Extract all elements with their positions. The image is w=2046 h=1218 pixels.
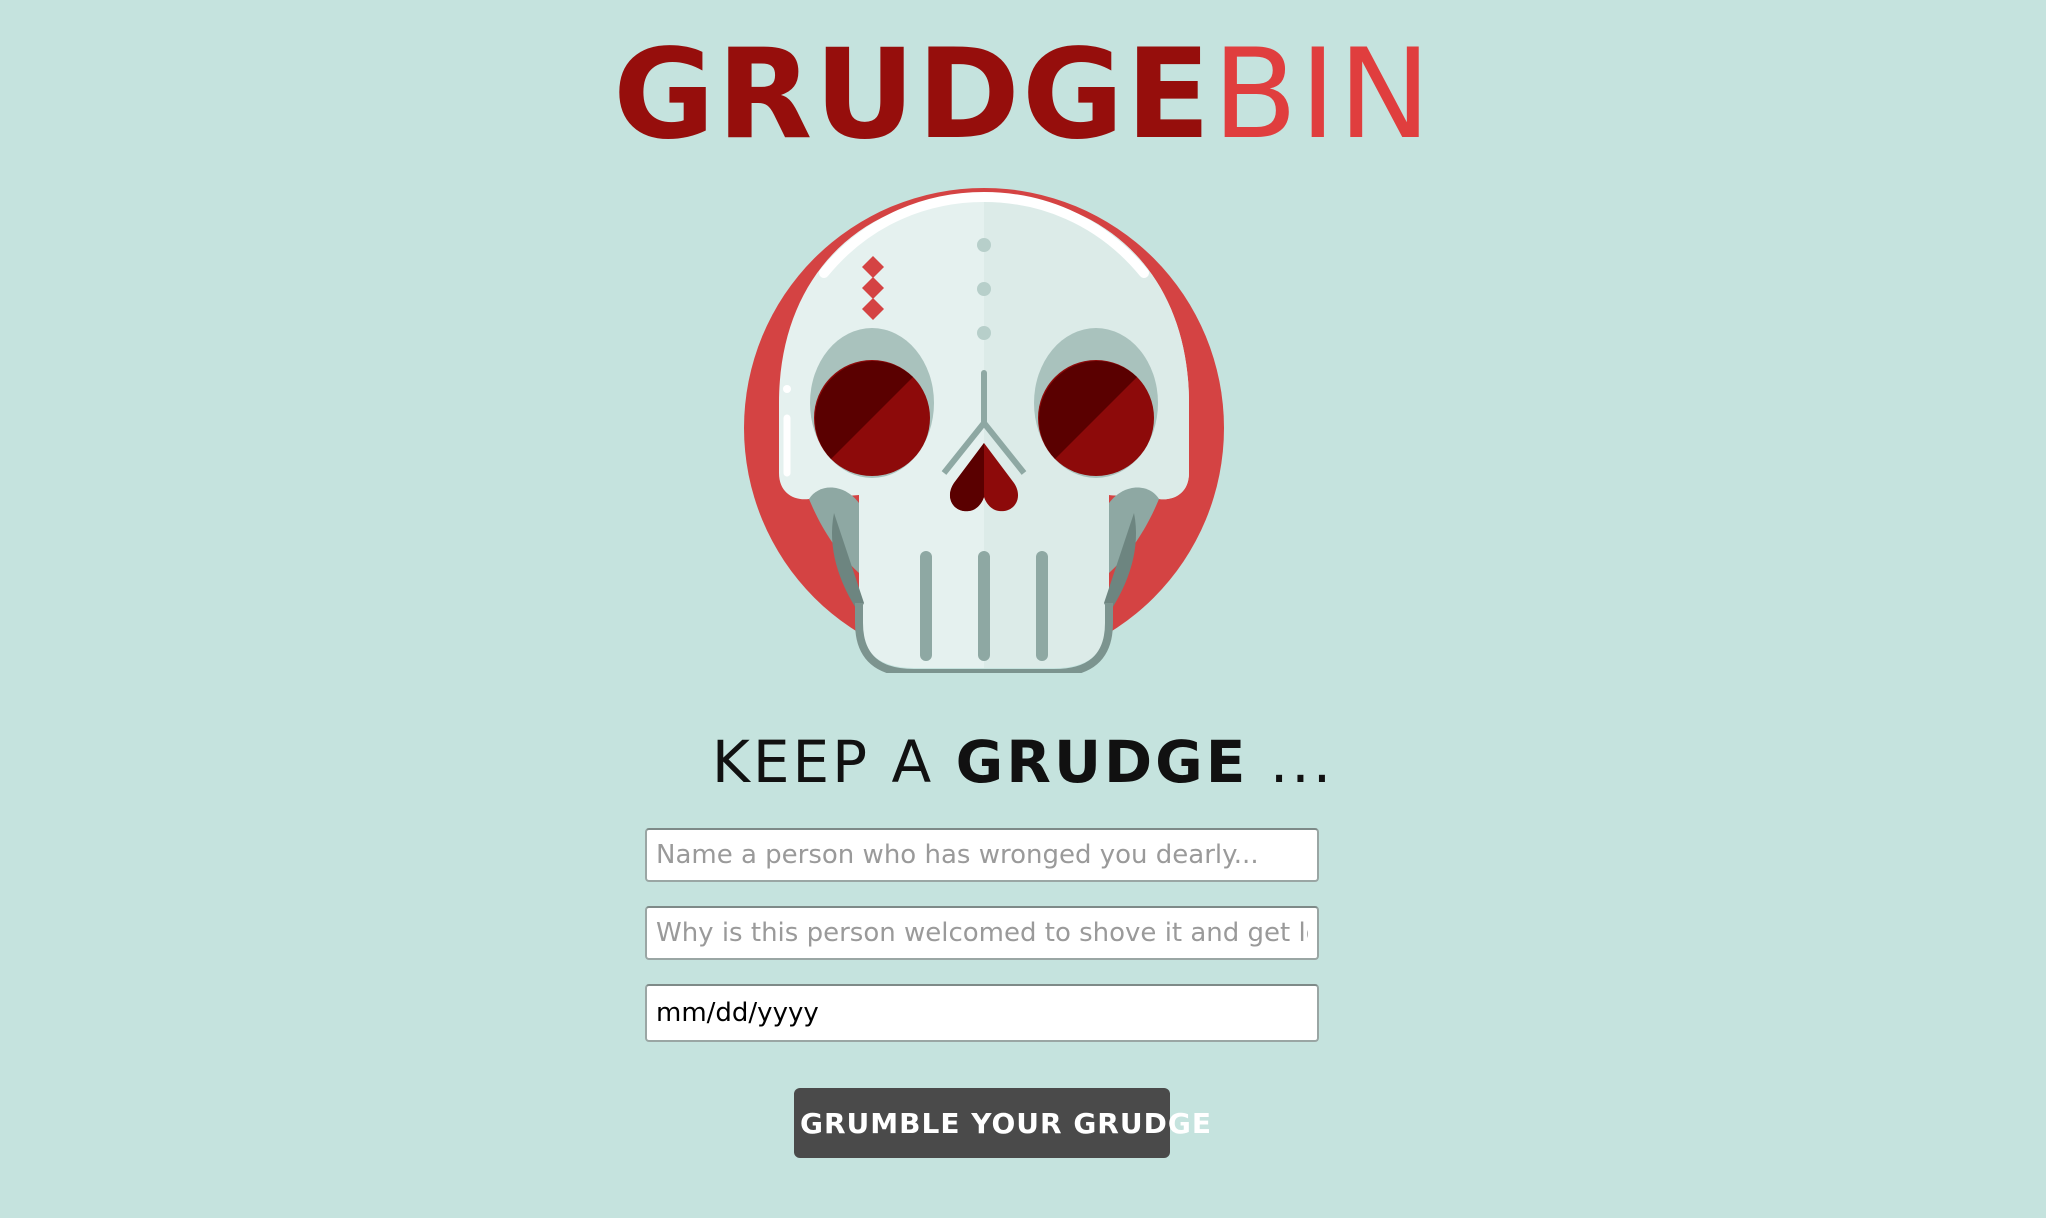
grumble-submit-button[interactable]: GRUMBLE YOUR GRUDGE — [794, 1088, 1211, 1158]
person-name-input[interactable] — [645, 828, 1319, 882]
heading-prefix: KEEP A — [711, 728, 956, 796]
skull-illustration — [739, 183, 1229, 673]
grudge-reason-input[interactable] — [645, 906, 1319, 960]
grudge-date-input[interactable] — [645, 984, 1319, 1042]
form-heading: KEEP A GRUDGE ... — [0, 722, 2046, 802]
app-logo: GRUDGEBIN — [0, 20, 2046, 170]
skull-icon — [744, 188, 1224, 673]
logo-text-bin: BIN — [1212, 23, 1433, 167]
heading-suffix: ... — [1248, 728, 1335, 796]
logo-text-grudge: GRUDGE — [613, 23, 1213, 167]
heading-emphasis: GRUDGE — [955, 728, 1249, 796]
